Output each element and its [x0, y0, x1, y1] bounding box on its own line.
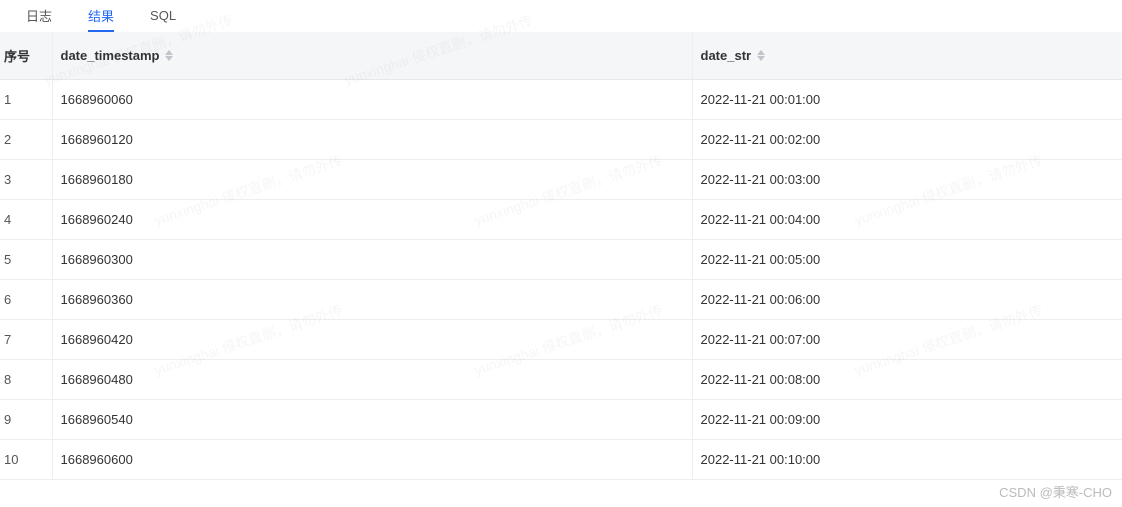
- cell-date-timestamp: 1668960540: [52, 400, 692, 440]
- cell-date-str: 2022-11-21 00:06:00: [692, 280, 1122, 320]
- tab-log[interactable]: 日志: [8, 0, 70, 31]
- table-row[interactable]: 4 1668960240 2022-11-21 00:04:00: [0, 200, 1122, 240]
- cell-seq: 1: [0, 80, 52, 120]
- table-row[interactable]: 9 1668960540 2022-11-21 00:09:00: [0, 400, 1122, 440]
- cell-seq: 10: [0, 440, 52, 480]
- col-header-date-str[interactable]: date_str: [692, 32, 1122, 80]
- table-row[interactable]: 3 1668960180 2022-11-21 00:03:00: [0, 160, 1122, 200]
- cell-date-str: 2022-11-21 00:01:00: [692, 80, 1122, 120]
- cell-seq: 8: [0, 360, 52, 400]
- result-table-wrap: 序号 date_timestamp date_str: [0, 32, 1122, 480]
- table-row[interactable]: 8 1668960480 2022-11-21 00:08:00: [0, 360, 1122, 400]
- cell-date-timestamp: 1668960240: [52, 200, 692, 240]
- cell-seq: 2: [0, 120, 52, 160]
- cell-date-str: 2022-11-21 00:04:00: [692, 200, 1122, 240]
- cell-seq: 7: [0, 320, 52, 360]
- table-row[interactable]: 10 1668960600 2022-11-21 00:10:00: [0, 440, 1122, 480]
- tab-sql[interactable]: SQL: [132, 2, 194, 29]
- cell-seq: 5: [0, 240, 52, 280]
- cell-seq: 3: [0, 160, 52, 200]
- col-header-date-timestamp[interactable]: date_timestamp: [52, 32, 692, 80]
- cell-seq: 4: [0, 200, 52, 240]
- cell-date-str: 2022-11-21 00:07:00: [692, 320, 1122, 360]
- table-row[interactable]: 6 1668960360 2022-11-21 00:06:00: [0, 280, 1122, 320]
- tab-result[interactable]: 结果: [70, 0, 132, 31]
- cell-date-str: 2022-11-21 00:10:00: [692, 440, 1122, 480]
- cell-date-str: 2022-11-21 00:02:00: [692, 120, 1122, 160]
- cell-date-timestamp: 1668960300: [52, 240, 692, 280]
- cell-date-timestamp: 1668960360: [52, 280, 692, 320]
- csdn-watermark: CSDN @秉寒-CHO: [999, 482, 1112, 501]
- cell-seq: 9: [0, 400, 52, 440]
- col-header-seq[interactable]: 序号: [0, 32, 52, 80]
- cell-date-timestamp: 1668960600: [52, 440, 692, 480]
- result-table: 序号 date_timestamp date_str: [0, 32, 1122, 480]
- cell-seq: 6: [0, 280, 52, 320]
- cell-date-str: 2022-11-21 00:05:00: [692, 240, 1122, 280]
- cell-date-timestamp: 1668960480: [52, 360, 692, 400]
- tabs-bar: 日志 结果 SQL: [0, 0, 1122, 32]
- table-row[interactable]: 1 1668960060 2022-11-21 00:01:00: [0, 80, 1122, 120]
- col-header-date-timestamp-label: date_timestamp: [61, 48, 160, 63]
- cell-date-timestamp: 1668960180: [52, 160, 692, 200]
- cell-date-str: 2022-11-21 00:09:00: [692, 400, 1122, 440]
- cell-date-timestamp: 1668960060: [52, 80, 692, 120]
- table-header-row: 序号 date_timestamp date_str: [0, 32, 1122, 80]
- sort-icon[interactable]: [165, 50, 173, 61]
- table-row[interactable]: 5 1668960300 2022-11-21 00:05:00: [0, 240, 1122, 280]
- cell-date-timestamp: 1668960420: [52, 320, 692, 360]
- sort-icon[interactable]: [757, 50, 765, 61]
- table-body: 1 1668960060 2022-11-21 00:01:00 2 16689…: [0, 80, 1122, 480]
- table-row[interactable]: 2 1668960120 2022-11-21 00:02:00: [0, 120, 1122, 160]
- cell-date-str: 2022-11-21 00:03:00: [692, 160, 1122, 200]
- cell-date-str: 2022-11-21 00:08:00: [692, 360, 1122, 400]
- col-header-date-str-label: date_str: [701, 48, 752, 63]
- cell-date-timestamp: 1668960120: [52, 120, 692, 160]
- col-header-seq-label: 序号: [4, 49, 30, 64]
- table-row[interactable]: 7 1668960420 2022-11-21 00:07:00: [0, 320, 1122, 360]
